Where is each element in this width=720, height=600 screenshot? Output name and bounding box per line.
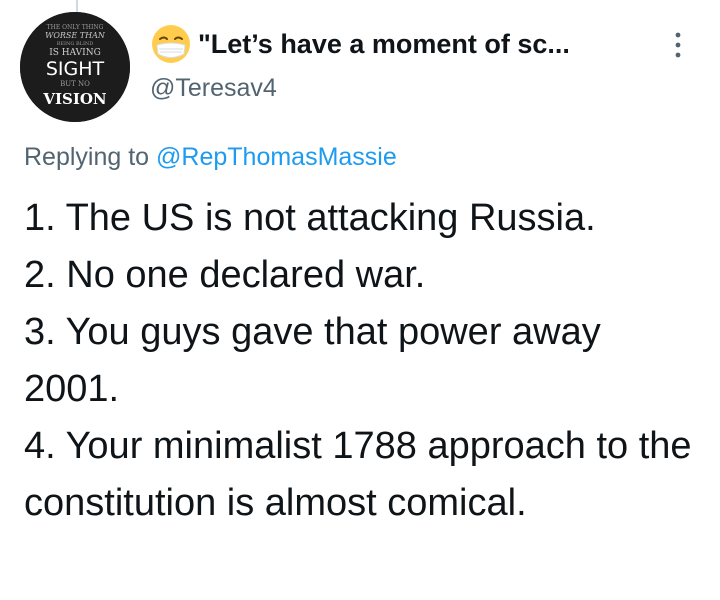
- author-handle[interactable]: @Teresav4: [150, 74, 680, 103]
- avatar-text-line3: BEING BLIND: [57, 41, 94, 47]
- tweet-text-line-3: 3. You guys gave that power away 2001.: [24, 311, 601, 410]
- thread-connector-line: [76, 0, 78, 12]
- tweet-text-line-2: 2. No one declared war.: [24, 254, 426, 296]
- avatar[interactable]: THE ONLY THING WORSE THAN BEING BLIND IS…: [20, 12, 130, 122]
- author-name-row[interactable]: "Let’s have a moment of sc...: [150, 22, 680, 66]
- avatar-text-line6: BUT NO: [60, 80, 90, 88]
- replying-to-mention-link[interactable]: @RepThomasMassie: [156, 143, 397, 171]
- replying-to-prefix: Replying to: [24, 143, 157, 171]
- avatar-text-line1: THE ONLY THING: [47, 24, 104, 31]
- replying-to-line: Replying to @RepThomasMassie: [24, 143, 397, 172]
- more-vertical-icon[interactable]: [666, 30, 690, 62]
- face-with-medical-mask-icon: [152, 25, 190, 63]
- avatar-text-line4: IS HAVING: [49, 48, 101, 58]
- avatar-image: THE ONLY THING WORSE THAN BEING BLIND IS…: [20, 12, 130, 122]
- tweet-text-line-1: 1. The US is not attacking Russia.: [24, 197, 596, 239]
- avatar-text-line7: VISION: [42, 90, 107, 108]
- avatar-text-line5: SIGHT: [46, 58, 105, 80]
- tweet-text: 1. The US is not attacking Russia. 2. No…: [24, 190, 704, 532]
- author-display-name[interactable]: "Let’s have a moment of sc...: [198, 29, 570, 60]
- tweet-header: "Let’s have a moment of sc... @Teresav4: [150, 22, 680, 103]
- avatar-text-line2: WORSE THAN: [45, 31, 106, 40]
- tweet-text-line-4: 4. Your minimalist 1788 approach to the …: [24, 425, 692, 524]
